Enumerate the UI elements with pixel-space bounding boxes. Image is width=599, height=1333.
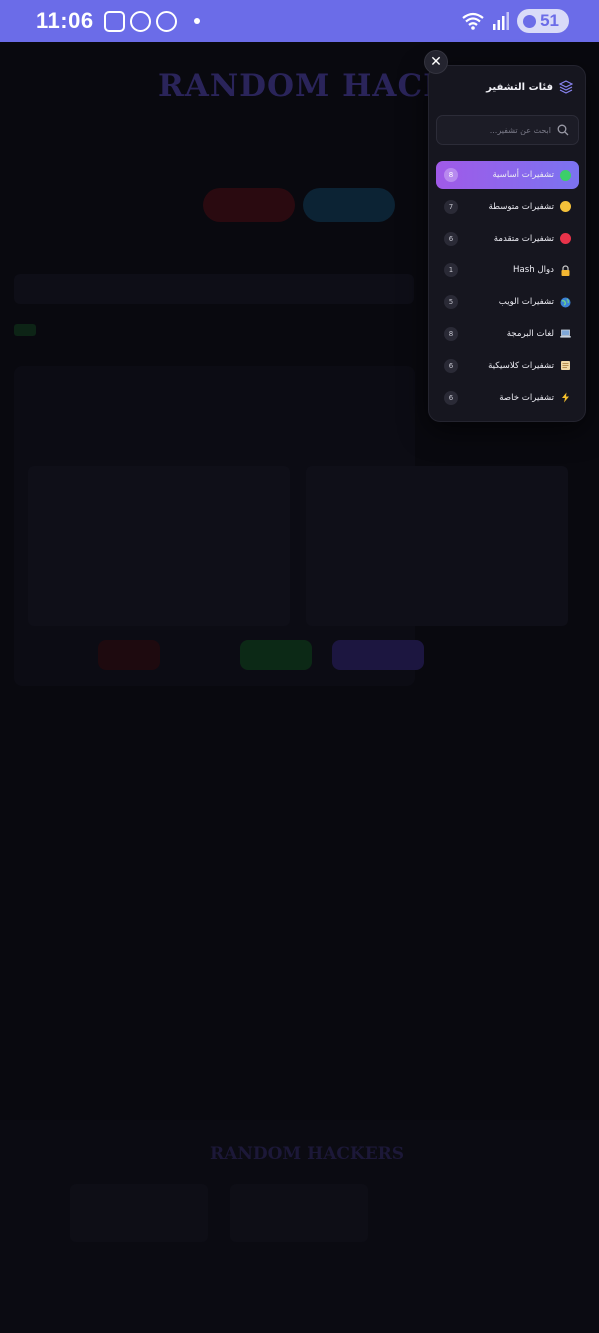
battery-saver-icon [523,14,537,28]
category-label: تشفيرات متقدمة [493,233,554,244]
category-advanced[interactable]: تشفيرات متقدمة 6 [436,225,579,253]
output-box [28,466,290,626]
category-count: 6 [444,390,458,405]
search-icon [557,124,569,136]
category-programming-languages[interactable]: لغات البرمجة 8 [436,320,579,348]
footer-title: RANDOM HACKERS [210,1144,405,1164]
telegram-button [303,188,395,222]
category-label: تشفيرات متوسطة [488,201,554,212]
lightning-icon [562,392,569,403]
category-label: تشفيرات الويب [498,297,554,308]
category-intermediate[interactable]: تشفيرات متوسطة 7 [436,193,579,221]
youtube-button [203,188,295,222]
category-search[interactable] [436,115,579,145]
globe-icon [560,297,571,308]
category-label: دوال Hash [513,265,554,276]
clear-button [180,640,220,670]
category-list: تشفيرات أساسية 8 تشفيرات متوسطة 7 تشفيرا… [436,161,579,415]
notification-icons [103,10,200,32]
category-count: 1 [444,263,458,278]
category-label: لغات البرمجة [506,328,554,339]
red-circle-icon [560,233,571,245]
category-classical[interactable]: تشفيرات كلاسيكية 6 [436,352,579,380]
laptop-icon [560,330,571,339]
layers-icon [559,80,573,94]
encrypt-button [332,640,424,670]
footer-card [70,1184,208,1242]
category-hash[interactable]: دوال Hash 1 [436,256,579,284]
close-drawer-button[interactable]: ✕ [424,50,448,74]
status-time: 11:06 [36,8,94,33]
status-tag [14,324,36,336]
category-label: تشفيرات أساسية [492,170,554,180]
search-input[interactable] [451,125,551,135]
categories-drawer: فئات التشفير تشفيرات أساسية 8 تشفيرات مت… [428,65,586,422]
input-output-boxes [28,466,568,626]
action-buttons [98,640,424,670]
main-search-bar [14,274,414,304]
input-box [306,466,568,626]
lock-icon [561,265,570,276]
notification-icon [129,10,151,32]
status-bar: 11:06 51 [0,0,599,42]
category-count: 7 [444,199,458,214]
copy-button [240,640,312,670]
wifi-icon [462,12,484,30]
category-label: تشفيرات كلاسيكية [488,360,554,371]
notification-icon [155,10,177,32]
category-special[interactable]: تشفيرات خاصة 6 [436,384,579,412]
delete-button [98,640,160,670]
category-count: 6 [444,231,458,246]
drawer-header: فئات التشفير [486,80,573,94]
category-count: 8 [444,168,458,182]
scroll-icon [561,361,570,371]
signal-icon [493,12,510,30]
category-web[interactable]: تشفيرات الويب 5 [436,288,579,316]
footer-card [230,1184,368,1242]
category-count: 8 [444,326,458,341]
drawer-title: فئات التشفير [486,81,553,93]
battery-level: 51 [540,11,559,30]
yellow-circle-icon [560,201,571,213]
battery-indicator: 51 [517,9,569,33]
category-label: تشفيرات خاصة [499,392,554,403]
category-count: 5 [444,295,458,310]
footer: RANDOM HACKERS [0,1120,599,1333]
category-count: 6 [444,358,458,373]
category-basic[interactable]: تشفيرات أساسية 8 [436,161,579,189]
green-circle-icon [560,169,571,181]
screenshot-icon [103,10,125,32]
more-notifications-dot [193,18,200,24]
